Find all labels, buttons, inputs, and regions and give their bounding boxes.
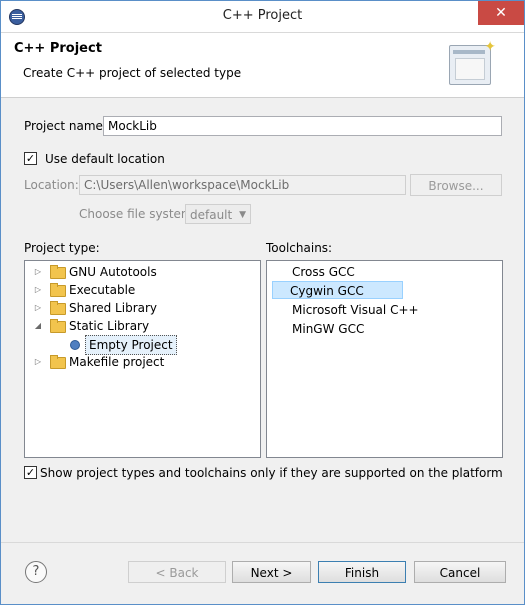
folder-icon [50,265,66,279]
project-type-label: Project type: [24,241,100,255]
list-item-mingw-gcc[interactable]: MinGW GCC [290,320,366,338]
chevron-down-icon: ▼ [239,210,246,220]
next-button[interactable]: Next > [232,561,311,583]
list-item-microsoft-visual-cpp[interactable]: Microsoft Visual C++ [290,301,421,319]
back-button[interactable]: < Back [128,561,226,583]
tree-item-label: GNU Autotools [69,265,157,279]
finish-button[interactable]: Finish [318,561,406,583]
folder-open-icon [50,319,66,333]
tree-item-label: Makefile project [69,355,165,369]
supported-only-checkbox[interactable]: ✓ [24,466,37,479]
footer-divider [1,542,524,543]
chevron-right-icon[interactable]: ▷ [33,353,43,371]
tree-item-executable[interactable]: ▷ Executable [25,281,260,299]
location-label: Location: [24,178,79,192]
file-system-label: Choose file system: [79,207,197,221]
chevron-right-icon[interactable]: ▷ [33,281,43,299]
chevron-right-icon[interactable]: ▷ [33,299,43,317]
title-bar[interactable]: C++ Project ✕ [1,1,524,33]
tree-item-makefile-project[interactable]: ▷ Makefile project [25,353,260,371]
use-default-location-checkbox[interactable]: ✓ [24,152,37,165]
project-template-icon [70,340,80,350]
project-name-input[interactable]: MockLib [103,116,502,136]
list-item-cygwin-gcc[interactable]: Cygwin GCC [272,281,403,299]
window-title: C++ Project [222,8,303,23]
tree-item-label: Executable [69,283,136,297]
project-name-label: Project name: [24,119,107,133]
supported-only-label[interactable]: Show project types and toolchains only i… [40,466,503,480]
file-system-select[interactable]: default ▼ [185,204,251,224]
toolchains-label: Toolchains: [266,241,333,255]
banner-description: Create C++ project of selected type [23,66,242,80]
folder-icon [50,355,66,369]
project-type-tree[interactable]: ▷ GNU Autotools ▷ Executable ▷ Shared Li… [24,260,261,458]
tree-item-gnu-autotools[interactable]: ▷ GNU Autotools [25,263,260,281]
help-icon[interactable]: ? [25,561,47,583]
chevron-expanded-icon[interactable]: ◢ [33,317,43,335]
cancel-button[interactable]: Cancel [414,561,506,583]
folder-icon [50,301,66,315]
chevron-right-icon[interactable]: ▷ [33,263,43,281]
folder-icon [50,283,66,297]
list-item-cross-gcc[interactable]: Cross GCC [290,263,357,281]
dialog-window: C++ Project ✕ C++ Project Create C++ pro… [0,0,525,605]
wizard-banner: C++ Project Create C++ project of select… [1,33,524,98]
browse-button[interactable]: Browse... [410,174,502,196]
location-input[interactable]: C:\Users\Allen\workspace\MockLib [79,175,406,195]
toolchains-list[interactable]: Cross GCC Cygwin GCC Microsoft Visual C+… [266,260,503,458]
sparkle-icon: ✦ [484,39,496,55]
tree-item-static-library[interactable]: ◢ Static Library [25,317,260,335]
file-system-value: default [190,208,233,222]
tree-item-label: Static Library [69,319,150,333]
tree-item-label: Empty Project [85,335,177,355]
banner-title: C++ Project [14,41,102,56]
use-default-location-label[interactable]: Use default location [45,152,165,166]
tree-item-empty-project[interactable]: Empty Project [25,335,260,355]
close-button[interactable]: ✕ [478,1,524,25]
tree-item-label: Shared Library [69,301,158,315]
tree-item-shared-library[interactable]: ▷ Shared Library [25,299,260,317]
